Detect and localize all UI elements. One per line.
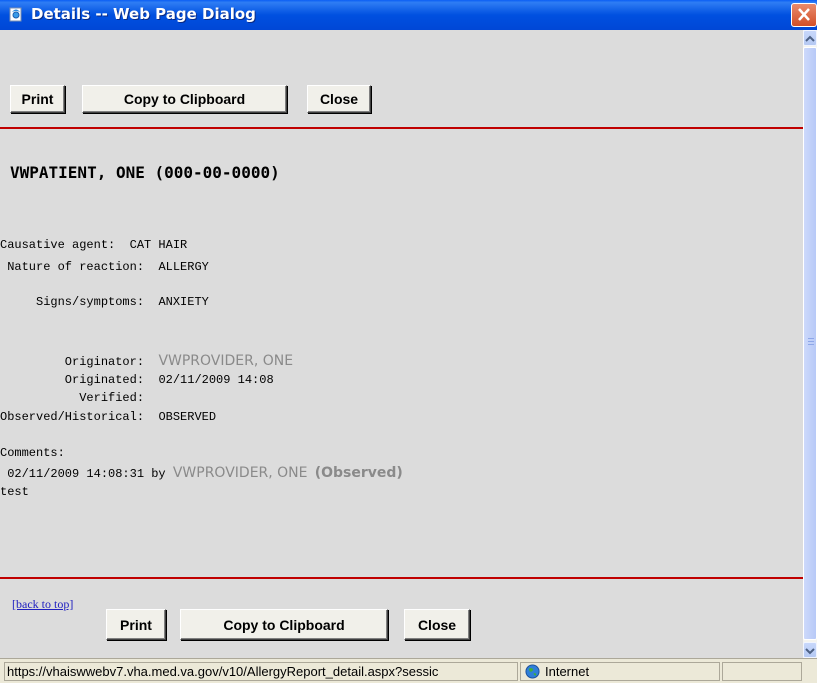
title-bar: Details -- Web Page Dialog <box>0 0 817 30</box>
causative-agent-label: Causative agent: <box>0 238 116 252</box>
status-url: https://vhaiswwebv7.vha.med.va.gov/v10/A… <box>4 662 518 681</box>
originator-value: VWPROVIDER, ONE <box>158 353 294 369</box>
originator-row: Originator: VWPROVIDER, ONE <box>0 353 293 369</box>
nature-of-reaction-label: Nature of reaction: <box>0 260 145 274</box>
scroll-down-icon[interactable] <box>803 642 817 658</box>
divider-top <box>0 127 803 129</box>
ie-page-icon <box>9 7 22 22</box>
nature-of-reaction-row: Nature of reaction: ALLERGY <box>0 260 209 274</box>
comment-timestamp: 02/11/2009 14:08:31 by <box>0 467 166 481</box>
nature-of-reaction-value: ALLERGY <box>158 260 209 274</box>
originated-value: 02/11/2009 14:08 <box>158 373 274 387</box>
observed-historical-row: Observed/Historical: OBSERVED <box>0 410 216 424</box>
originated-label: Originated: <box>0 373 145 387</box>
patient-header: VWPATIENT, ONE (000-00-0000) <box>10 163 280 182</box>
copy-to-clipboard-button-bottom[interactable]: Copy to Clipboard <box>180 609 388 640</box>
verified-label: Verified: <box>0 391 145 405</box>
signs-symptoms-value: ANXIETY <box>158 295 209 309</box>
back-to-top-link[interactable]: [back to top] <box>12 597 73 612</box>
scroll-up-icon[interactable] <box>803 30 817 46</box>
close-button-top[interactable]: Close <box>307 85 371 113</box>
verified-row: Verified: <box>0 391 144 405</box>
causative-agent-row: Causative agent: CAT HAIR <box>0 238 187 252</box>
signs-symptoms-row: Signs/symptoms: ANXIETY <box>0 295 209 309</box>
grip-line <box>808 341 814 342</box>
print-button-bottom[interactable]: Print <box>106 609 166 640</box>
status-bar: https://vhaiswwebv7.vha.med.va.gov/v10/A… <box>0 658 817 683</box>
scroll-thumb[interactable] <box>803 47 817 640</box>
window-title: Details -- Web Page Dialog <box>31 5 256 23</box>
divider-bottom <box>0 577 803 579</box>
copy-to-clipboard-button-top[interactable]: Copy to Clipboard <box>82 85 287 113</box>
signs-symptoms-label: Signs/symptoms: <box>0 295 145 309</box>
grip-line <box>808 338 814 339</box>
observed-historical-value: OBSERVED <box>158 410 217 424</box>
internet-globe-icon <box>525 664 540 679</box>
vertical-scrollbar[interactable] <box>803 30 817 658</box>
security-zone: Internet <box>520 662 720 681</box>
originator-label: Originator: <box>0 355 145 369</box>
observed-historical-label: Observed/Historical: <box>0 410 145 424</box>
originated-row: Originated: 02/11/2009 14:08 <box>0 373 274 387</box>
security-zone-label: Internet <box>545 664 590 679</box>
comment-author: VWPROVIDER, ONE <box>172 465 308 481</box>
print-button-top[interactable]: Print <box>10 85 65 113</box>
comment-text: test <box>0 485 29 499</box>
grip-line <box>808 344 814 345</box>
comment-entry: 02/11/2009 14:08:31 by VWPROVIDER, ONE (… <box>0 465 403 481</box>
comment-status: (Observed) <box>314 465 403 481</box>
comments-label: Comments: <box>0 446 65 460</box>
causative-agent-value: CAT HAIR <box>129 238 188 252</box>
close-icon[interactable] <box>791 3 817 27</box>
close-button-bottom[interactable]: Close <box>404 609 470 640</box>
status-resize-area <box>722 662 802 681</box>
dialog-content: Print Copy to Clipboard Close VWPATIENT,… <box>0 30 803 658</box>
